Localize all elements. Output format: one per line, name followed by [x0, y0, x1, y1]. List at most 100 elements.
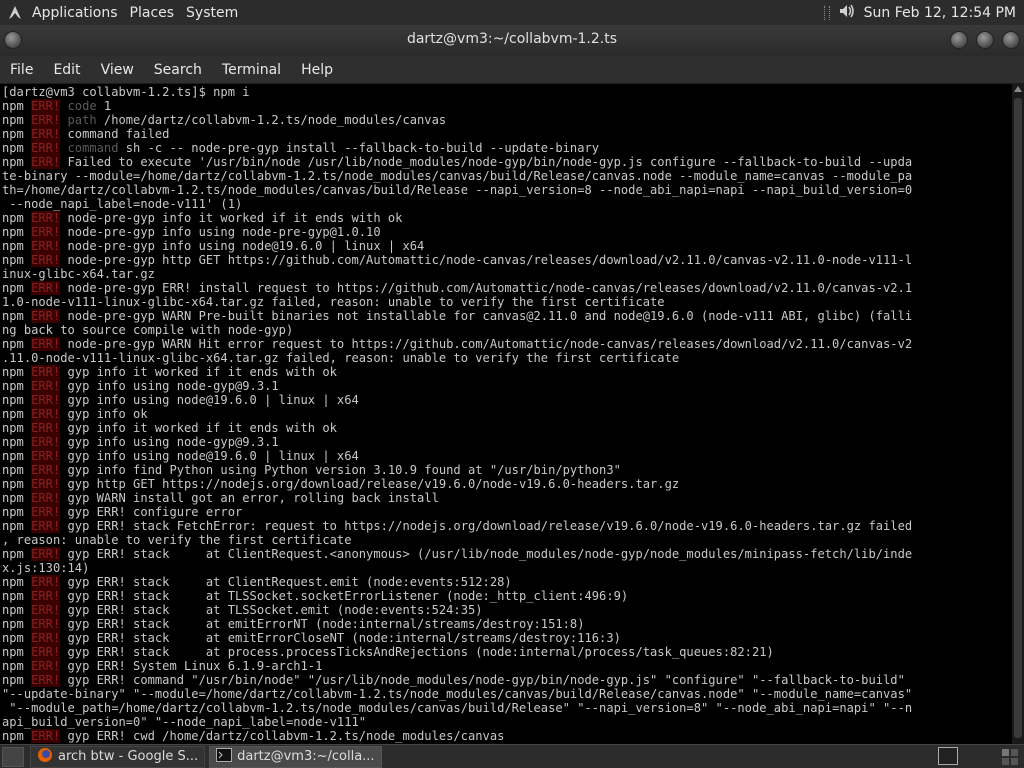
top-panel: Applications Places System Sun Feb 12, 1… — [0, 0, 1024, 25]
line-text: code 1 — [60, 99, 112, 113]
system-menu[interactable]: System — [180, 0, 244, 25]
terminal-line: npm ERR! node-pre-gyp info using node-pr… — [2, 225, 1012, 239]
err-tag: ERR! — [31, 477, 61, 491]
terminal-line: npm ERR! gyp ERR! stack at process.proce… — [2, 645, 1012, 659]
terminal-line: x.js:130:14) — [2, 561, 90, 575]
err-tag: ERR! — [31, 127, 61, 141]
terminal-line: th=/home/dartz/collabvm-1.2.ts/node_modu… — [2, 183, 913, 197]
task-browser[interactable]: arch btw - Google S... — [30, 745, 206, 768]
terminal-line: npm ERR! gyp ERR! stack at emitErrorClos… — [2, 631, 1012, 645]
minimize-button[interactable] — [950, 31, 968, 49]
line-text: gyp ERR! stack at emitErrorNT (node:inte… — [60, 617, 585, 631]
terminal-line: npm ERR! command failed — [2, 127, 1012, 141]
npm-prefix: npm — [2, 505, 32, 519]
terminal-line: , reason: unable to verify the first cer… — [2, 533, 352, 547]
line-text: gyp ERR! stack at TLSSocket.socketErrorL… — [60, 589, 629, 603]
volume-icon[interactable] — [838, 3, 856, 23]
menu-search[interactable]: Search — [148, 62, 208, 78]
scrollbar-thumb[interactable] — [1014, 98, 1022, 738]
terminal-line: npm ERR! gyp ERR! cwd /home/dartz/collab… — [2, 729, 1012, 743]
err-tag: ERR! — [31, 547, 61, 561]
window-titlebar[interactable]: dartz@vm3:~/collabvm-1.2.ts — [0, 25, 1024, 56]
terminal-line: npm ERR! gyp info using node-gyp@9.3.1 — [2, 435, 1012, 449]
terminal-line: api_build_version=0" "--node_napi_label=… — [2, 715, 367, 729]
line-text: gyp ERR! stack FetchError: request to ht… — [60, 519, 913, 533]
npm-prefix: npm — [2, 379, 32, 393]
close-button[interactable] — [1002, 31, 1020, 49]
err-tag: ERR! — [31, 589, 61, 603]
terminal-line: npm ERR! gyp ERR! command "/usr/bin/node… — [2, 673, 1012, 687]
maximize-button[interactable] — [976, 31, 994, 49]
scroll-up-arrow-icon[interactable] — [1014, 86, 1022, 92]
task-terminal[interactable]: dartz@vm3:~/colla... — [209, 745, 382, 768]
err-tag: ERR! — [31, 337, 61, 351]
line-text: gyp WARN install got an error, rolling b… — [60, 491, 439, 505]
menu-terminal[interactable]: Terminal — [216, 62, 287, 78]
line-text: node-pre-gyp WARN Hit error request to h… — [60, 337, 913, 351]
line-text: gyp ERR! stack at emitErrorCloseNT (node… — [60, 631, 621, 645]
npm-prefix: npm — [2, 281, 32, 295]
line-text: path /home/dartz/collabvm-1.2.ts/node_mo… — [60, 113, 447, 127]
npm-prefix: npm — [2, 421, 32, 435]
npm-prefix: npm — [2, 309, 32, 323]
terminal-output[interactable]: [dartz@vm3 collabvm-1.2.ts]$ npm i npm ER… — [0, 84, 1012, 744]
err-tag: ERR! — [31, 435, 61, 449]
firefox-icon — [37, 747, 53, 767]
task-label: arch btw - Google S... — [58, 749, 199, 764]
npm-prefix: npm — [2, 393, 32, 407]
terminal-line: npm ERR! command sh -c -- node-pre-gyp i… — [2, 141, 1012, 155]
terminal-line: --node_napi_label=node-v111' (1) — [2, 197, 243, 211]
npm-prefix: npm — [2, 449, 32, 463]
workspace-switcher-icon[interactable] — [1002, 749, 1018, 765]
npm-prefix: npm — [2, 477, 32, 491]
terminal-line: ng back to source compile with node-gyp) — [2, 323, 294, 337]
npm-prefix: npm — [2, 337, 32, 351]
terminal-line: npm ERR! node-pre-gyp WARN Pre-built bin… — [2, 309, 1012, 323]
terminal-line: npm ERR! gyp ERR! System Linux 6.1.9-arc… — [2, 659, 1012, 673]
show-desktop-button[interactable] — [2, 746, 24, 767]
menu-edit[interactable]: Edit — [47, 62, 86, 78]
npm-prefix: npm — [2, 575, 32, 589]
places-menu[interactable]: Places — [124, 0, 181, 25]
distro-logo-icon[interactable] — [4, 0, 26, 25]
npm-prefix: npm — [2, 519, 32, 533]
tray-terminal-icon[interactable] — [938, 747, 958, 765]
terminal-scrollbar[interactable] — [1012, 84, 1024, 744]
err-tag: ERR! — [31, 659, 61, 673]
err-tag: ERR! — [31, 253, 61, 267]
line-text: gyp ERR! stack at ClientRequest.emit (no… — [60, 575, 512, 589]
npm-prefix: npm — [2, 631, 32, 645]
terminal-line: 1.0-node-v111-linux-glibc-x64.tar.gz fai… — [2, 295, 665, 309]
err-tag: ERR! — [31, 645, 61, 659]
line-text: node-pre-gyp info using node-pre-gyp@1.0… — [60, 225, 381, 239]
window-title: dartz@vm3:~/collabvm-1.2.ts — [406, 31, 618, 47]
clock[interactable]: Sun Feb 12, 12:54 PM — [864, 5, 1016, 21]
applications-menu[interactable]: Applications — [26, 0, 124, 25]
terminal-line: npm ERR! node-pre-gyp info using node@19… — [2, 239, 1012, 253]
npm-prefix: npm — [2, 729, 32, 743]
line-text: gyp info using node@19.6.0 | linux | x64 — [60, 449, 359, 463]
err-tag: ERR! — [31, 225, 61, 239]
menu-help[interactable]: Help — [295, 62, 339, 78]
npm-prefix: npm — [2, 253, 32, 267]
npm-prefix: npm — [2, 547, 32, 561]
terminal-line: "--update-binary" "--module=/home/dartz/… — [2, 687, 913, 701]
line-text: gyp info using node-gyp@9.3.1 — [60, 379, 279, 393]
menu-file[interactable]: File — [4, 62, 39, 78]
line-text: node-pre-gyp WARN Pre-built binaries not… — [60, 309, 913, 323]
err-tag: ERR! — [31, 463, 61, 477]
line-text: node-pre-gyp info using node@19.6.0 | li… — [60, 239, 425, 253]
line-text: gyp ERR! System Linux 6.1.9-arch1-1 — [60, 659, 323, 673]
npm-prefix: npm — [2, 435, 32, 449]
line-text: Failed to execute '/usr/bin/node /usr/li… — [60, 155, 913, 169]
terminal-line: npm ERR! gyp ERR! stack FetchError: requ… — [2, 519, 1012, 533]
terminal-line: npm ERR! gyp info using node@19.6.0 | li… — [2, 393, 1012, 407]
line-text: gyp ERR! stack at TLSSocket.emit (node:e… — [60, 603, 483, 617]
line-text: gyp http GET https://nodejs.org/download… — [60, 477, 680, 491]
menu-view[interactable]: View — [95, 62, 140, 78]
err-tag: ERR! — [31, 393, 61, 407]
line-text: gyp info it worked if it ends with ok — [60, 421, 337, 435]
terminal-line: npm ERR! gyp ERR! stack at TLSSocket.soc… — [2, 589, 1012, 603]
err-tag: ERR! — [31, 211, 61, 225]
err-tag: ERR! — [31, 141, 61, 155]
